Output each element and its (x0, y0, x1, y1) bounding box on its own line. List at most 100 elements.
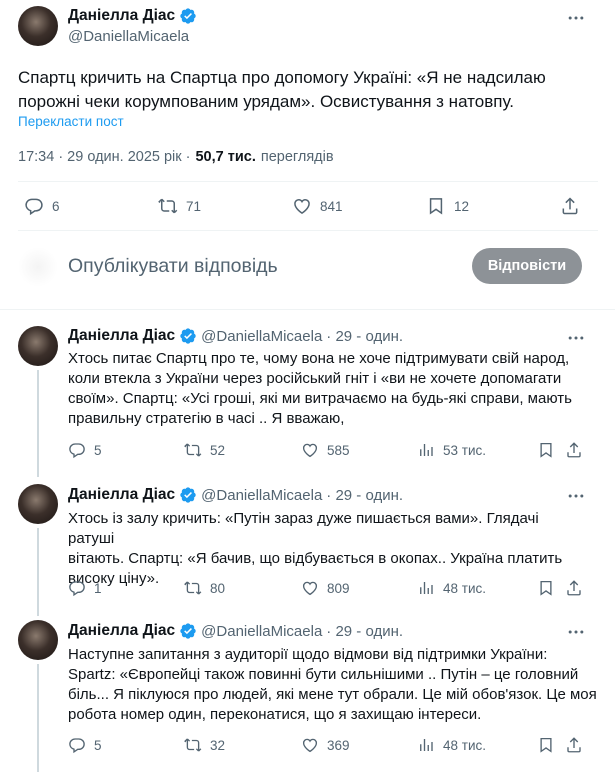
thread-line (37, 370, 39, 477)
reply-date[interactable]: · 29 - один. (326, 623, 403, 640)
repost-icon (184, 443, 202, 457)
views-count: 48 тис. (443, 580, 486, 596)
like-action[interactable]: 809 (301, 579, 350, 597)
more-options-icon[interactable] (566, 622, 586, 642)
like-action[interactable]: 369 (301, 736, 350, 754)
reply-date[interactable]: · 29 - один. (326, 328, 403, 345)
tweet-meta: 17:34 · 29 один. 2025 рік · 50,7 тис. пе… (18, 149, 334, 165)
verified-badge-icon (180, 328, 196, 344)
reply-input[interactable]: Опублікувати відповідь (68, 255, 278, 278)
repost-action[interactable]: 71 (158, 196, 201, 216)
reply-author-name[interactable]: Даніелла Діас (68, 486, 175, 504)
share-icon[interactable] (565, 736, 583, 754)
like-action[interactable]: 841 (292, 196, 343, 216)
tweet-text: Спартц кричить на Спартца про допомогу У… (18, 66, 608, 114)
composer-avatar (18, 247, 58, 287)
reply-header: Даніелла Діас @DaniellaMicaela · 29 - од… (68, 486, 403, 504)
reply-text: Хтось питає Спартц про те, чому вона не … (68, 349, 588, 429)
more-options-icon[interactable] (566, 486, 586, 506)
reply-text-line: коли втекла з України через російський г… (68, 370, 562, 387)
reply-avatar[interactable] (18, 484, 58, 524)
share-icon[interactable] (565, 579, 583, 597)
share-icon[interactable] (565, 441, 583, 459)
reply-handle[interactable]: @DaniellaMicaela (201, 623, 322, 640)
views-chart-icon (420, 582, 433, 594)
reply-author-name[interactable]: Даніелла Діас (68, 327, 175, 345)
reply-text-line: Spartz: «Європейці також повинні бути си… (68, 666, 579, 683)
views-action[interactable]: 48 тис. (417, 579, 486, 597)
bookmark-action[interactable]: 12 (426, 196, 469, 216)
views-count: 53 тис. (443, 442, 486, 458)
reply-count: 1 (94, 580, 102, 596)
reply-action[interactable]: 5 (68, 736, 102, 754)
views-chart-icon (420, 739, 433, 751)
views-label: переглядів (260, 149, 334, 165)
like-count: 841 (320, 198, 343, 214)
reply-text-line: Хтось із залу кричить: «Путін зараз дуже… (68, 510, 539, 547)
tweet-timestamp[interactable]: 17:34 · 29 один. 2025 рік · (18, 149, 190, 165)
repost-icon (158, 198, 178, 214)
reply-text-line: вітають. Спартц: «Я бачив, що відбуваєть… (68, 550, 563, 567)
reply-text-line: Наступне запитання з аудиторії щодо відм… (68, 646, 548, 663)
repost-action[interactable]: 80 (184, 579, 225, 597)
reply-text-line: правильну стратегію в часі .. Я вважаю, (68, 410, 345, 427)
bookmark-icon[interactable] (537, 441, 555, 459)
reply-action[interactable]: 6 (24, 196, 60, 216)
heart-icon (302, 581, 318, 596)
verified-badge-icon (180, 8, 196, 24)
reply-text-line: біль... Я піклуюся про людей, які мене т… (68, 686, 597, 703)
like-count: 809 (327, 580, 350, 596)
share-icon[interactable] (560, 196, 580, 216)
reply-action[interactable]: 5 (68, 441, 102, 459)
reply-button[interactable]: Відповісти (472, 248, 582, 284)
views-action[interactable]: 48 тис. (417, 736, 486, 754)
author-avatar[interactable] (18, 6, 58, 46)
verified-badge-icon (180, 487, 196, 503)
repost-count: 52 (210, 442, 226, 458)
repost-action[interactable]: 32 (184, 736, 225, 754)
author-name[interactable]: Даніелла Діас (68, 7, 175, 25)
heart-icon (302, 443, 318, 458)
reply-icon (69, 738, 85, 754)
reply-text-line: Хтось питає Спартц про те, чому вона не … (68, 350, 570, 367)
views-count: 48 тис. (443, 737, 486, 753)
reply-icon (69, 581, 85, 597)
repost-count: 32 (210, 737, 226, 753)
reply-count: 5 (94, 442, 102, 458)
more-options-icon[interactable] (566, 328, 586, 348)
reply-avatar[interactable] (18, 326, 58, 366)
like-count: 369 (327, 737, 350, 753)
reply-text: Хтось із залу кричить: «Путін зараз дуже… (68, 509, 588, 589)
repost-count: 71 (186, 198, 202, 214)
bookmark-icon[interactable] (537, 736, 555, 754)
reply-handle[interactable]: @DaniellaMicaela (201, 328, 322, 345)
repost-icon (184, 738, 202, 752)
translate-link[interactable]: Перекласти пост (18, 114, 124, 129)
bookmark-count: 12 (454, 198, 470, 214)
reply-action[interactable]: 1 (68, 579, 102, 597)
repost-count: 80 (210, 580, 226, 596)
bookmark-icon[interactable] (537, 579, 555, 597)
reply-date[interactable]: · 29 - один. (326, 487, 403, 504)
thread-line (37, 528, 39, 616)
reply-author-name[interactable]: Даніелла Діас (68, 622, 175, 640)
bookmark-icon (429, 198, 443, 215)
reply-icon (25, 198, 43, 216)
reply-header: Даніелла Діас @DaniellaMicaela · 29 - од… (68, 327, 403, 345)
tweet-text-line-2: порожні чеки корумпованим урядам». Освис… (18, 92, 514, 111)
repost-action[interactable]: 52 (184, 441, 225, 459)
views-count: 50,7 тис. (195, 149, 256, 165)
more-options-icon[interactable] (566, 8, 586, 28)
reply-handle[interactable]: @DaniellaMicaela (201, 487, 322, 504)
reply-header: Даніелла Діас @DaniellaMicaela · 29 - од… (68, 622, 403, 640)
reply-avatar[interactable] (18, 620, 58, 660)
thread-line (37, 664, 39, 772)
author-handle[interactable]: @DaniellaMicaela (68, 28, 189, 45)
divider (18, 230, 598, 231)
author-header: Даніелла Діас (68, 7, 197, 25)
divider (0, 309, 615, 310)
reply-text-line: своїм». Спартц: «Усі гроші, які ми витра… (68, 390, 572, 407)
like-action[interactable]: 585 (301, 441, 350, 459)
views-action[interactable]: 53 тис. (417, 441, 486, 459)
reply-text: Наступне запитання з аудиторії щодо відм… (68, 645, 598, 725)
